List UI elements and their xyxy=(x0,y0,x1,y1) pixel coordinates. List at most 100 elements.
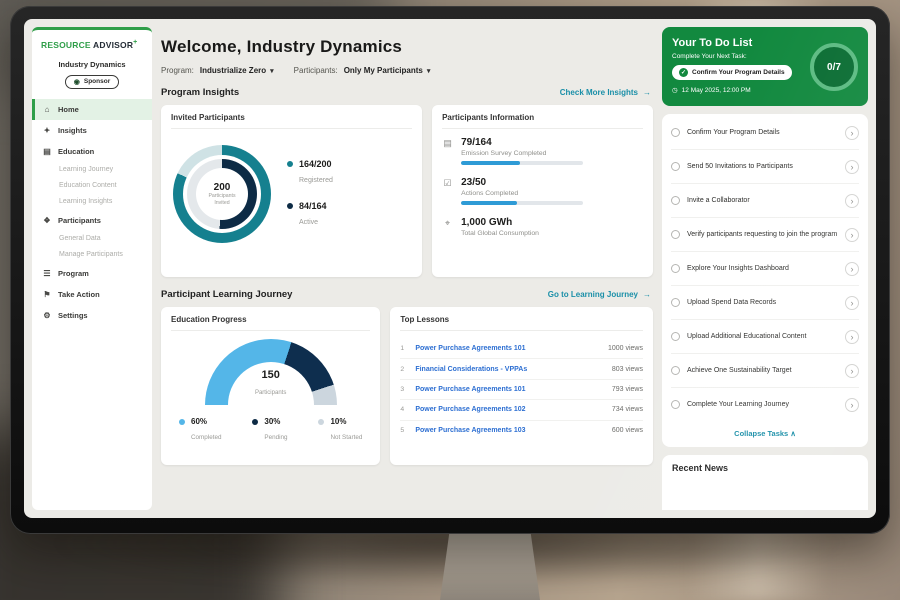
chevron-right-icon[interactable]: › xyxy=(845,364,859,378)
card-title: Participants Information xyxy=(442,113,643,129)
task-row-achieve-sustainability-target[interactable]: Achieve One Sustainability Target › xyxy=(671,354,859,388)
task-checkbox[interactable] xyxy=(671,162,680,171)
sidebar-item-insights[interactable]: ✦ Insights xyxy=(32,120,152,141)
education-progress-card: Education Progress 150 Participants xyxy=(161,307,380,465)
lesson-link[interactable]: Power Purchase Agreements 102 xyxy=(415,406,605,413)
education-progress-gauge: 150 Participants xyxy=(205,339,337,405)
go-to-learning-journey-link[interactable]: Go to Learning Journey → xyxy=(548,290,651,299)
sidebar-item-education[interactable]: ▤ Education xyxy=(32,141,152,162)
task-label: Upload Spend Data Records xyxy=(687,298,838,307)
lightblue-dot-icon xyxy=(179,419,185,425)
sidebar-item-program[interactable]: ☰ Program xyxy=(32,263,152,284)
sponsor-badge[interactable]: ◉ Sponsor xyxy=(65,75,119,89)
sidebar-item-education-content[interactable]: Education Content xyxy=(32,178,152,194)
lesson-link[interactable]: Power Purchase Agreements 101 xyxy=(415,345,601,352)
sidebar-item-general-data[interactable]: General Data xyxy=(32,231,152,247)
task-checkbox[interactable] xyxy=(671,332,680,341)
participants-label: Participants: xyxy=(294,66,338,75)
task-row-confirm-program[interactable]: Confirm Your Program Details › xyxy=(671,116,859,150)
task-checkbox[interactable] xyxy=(671,128,680,137)
todo-tasks-card: Confirm Your Program Details › Send 50 I… xyxy=(662,114,868,447)
task-checkbox[interactable] xyxy=(671,264,680,273)
collapse-tasks-link[interactable]: Collapse Tasks ∧ xyxy=(671,421,859,441)
sidebar-item-learning-insights[interactable]: Learning Insights xyxy=(32,194,152,210)
bulb-icon: ✦ xyxy=(42,126,52,135)
lesson-views: 600 views xyxy=(612,427,643,434)
task-checkbox[interactable] xyxy=(671,230,680,239)
chevron-right-icon[interactable]: › xyxy=(845,194,859,208)
lesson-views: 1000 views xyxy=(608,345,643,352)
sidebar-item-participants[interactable]: ❖ Participants xyxy=(32,210,152,231)
sidebar-item-learning-journey[interactable]: Learning Journey xyxy=(32,162,152,178)
stat-label: Actions Completed xyxy=(461,190,583,197)
gauge-center-label: Participants xyxy=(255,390,286,396)
invited-participants-card: Invited Participants 200 Participants In… xyxy=(161,105,422,277)
card-title: Invited Participants xyxy=(171,113,412,129)
task-checkbox[interactable] xyxy=(671,400,680,409)
todo-next-task[interactable]: ✓ Confirm Your Program Details xyxy=(672,65,792,80)
chevron-right-icon[interactable]: › xyxy=(845,228,859,242)
stat-value: 23/50 xyxy=(461,177,583,188)
todo-due-date: ◷ 12 May 2025, 12:00 PM xyxy=(672,86,792,94)
task-row-upload-spend-data[interactable]: Upload Spend Data Records › xyxy=(671,286,859,320)
todo-next-task-label: Confirm Your Program Details xyxy=(692,69,785,76)
sidebar-item-label: Settings xyxy=(58,311,88,320)
stat-label: Emission Survey Completed xyxy=(461,150,583,157)
sidebar-item-take-action[interactable]: ⚑ Take Action xyxy=(32,284,152,305)
task-checkbox[interactable] xyxy=(671,298,680,307)
sidebar: RESOURCE ADVISOR+ Industry Dynamics ◉ Sp… xyxy=(32,27,152,510)
sidebar-item-manage-participants[interactable]: Manage Participants xyxy=(32,247,152,263)
sidebar-item-label: Education xyxy=(58,147,94,156)
program-select-value: Industrialize Zero xyxy=(200,66,266,75)
brand-plus-icon: + xyxy=(133,39,137,46)
task-checkbox[interactable] xyxy=(671,196,680,205)
chevron-down-icon: ▾ xyxy=(270,67,274,75)
sponsor-badge-wrap: ◉ Sponsor xyxy=(32,75,152,89)
task-row-upload-educational-content[interactable]: Upload Additional Educational Content › xyxy=(671,320,859,354)
task-row-verify-participants[interactable]: Verify participants requesting to join t… xyxy=(671,218,859,252)
donut-legend: 164/200 Registered 84/164 Active xyxy=(287,159,333,229)
sidebar-item-settings[interactable]: ⚙ Settings xyxy=(32,305,152,326)
insights-cards-row: Invited Participants 200 Participants In… xyxy=(161,105,653,277)
task-row-invite-collaborator[interactable]: Invite a Collaborator › xyxy=(671,184,859,218)
lesson-link[interactable]: Power Purchase Agreements 103 xyxy=(415,427,605,434)
task-row-send-invitations[interactable]: Send 50 Invitations to Participants › xyxy=(671,150,859,184)
todo-progress-value: 0/7 xyxy=(827,62,841,73)
task-checkbox[interactable] xyxy=(671,366,680,375)
brand-logo: RESOURCE ADVISOR+ xyxy=(32,37,152,50)
flag-icon: ⚑ xyxy=(42,290,52,299)
check-icon: ✓ xyxy=(679,68,688,77)
stat-emission-survey: ▤ 79/164 Emission Survey Completed xyxy=(442,137,643,165)
sidebar-item-home[interactable]: ⌂ Home xyxy=(32,99,152,120)
chevron-right-icon[interactable]: › xyxy=(845,160,859,174)
sidebar-item-label: Program xyxy=(58,269,89,278)
arrow-right-icon: → xyxy=(643,290,651,299)
lesson-link[interactable]: Power Purchase Agreements 101 xyxy=(415,386,605,393)
main-content: Welcome, Industry Dynamics Program: Indu… xyxy=(161,27,653,510)
chevron-right-icon[interactable]: › xyxy=(845,262,859,276)
legend-value: 60% xyxy=(191,417,221,426)
chevron-right-icon[interactable]: › xyxy=(845,126,859,140)
chevron-right-icon[interactable]: › xyxy=(845,398,859,412)
donut-center-label: Participants Invited xyxy=(202,193,242,206)
collapse-label: Collapse Tasks xyxy=(734,429,788,438)
chevron-right-icon[interactable]: › xyxy=(845,330,859,344)
participants-select[interactable]: Only My Participants ▾ xyxy=(344,66,431,75)
lesson-rank: 1 xyxy=(400,345,408,352)
program-select[interactable]: Industrialize Zero ▾ xyxy=(200,66,274,75)
chevron-right-icon[interactable]: › xyxy=(845,296,859,310)
progress-bar xyxy=(461,161,583,165)
lesson-link[interactable]: Financial Considerations - VPPAs xyxy=(415,366,605,373)
check-more-insights-link[interactable]: Check More Insights → xyxy=(560,88,651,97)
legend-label: Registered xyxy=(299,177,333,184)
legend-pending: 30% Pending xyxy=(252,417,287,444)
donut-center: 200 Participants Invited xyxy=(196,168,248,220)
card-title: Top Lessons xyxy=(400,315,643,331)
task-row-explore-insights[interactable]: Explore Your Insights Dashboard › xyxy=(671,252,859,286)
sidebar-item-label: Learning Journey xyxy=(59,166,113,173)
stat-value: 1,000 GWh xyxy=(461,217,539,228)
legend-label: Not Started xyxy=(330,434,362,441)
task-row-complete-learning-journey[interactable]: Complete Your Learning Journey › xyxy=(671,388,859,421)
chevron-up-icon: ∧ xyxy=(790,429,796,438)
sidebar-item-label: Learning Insights xyxy=(59,198,112,205)
